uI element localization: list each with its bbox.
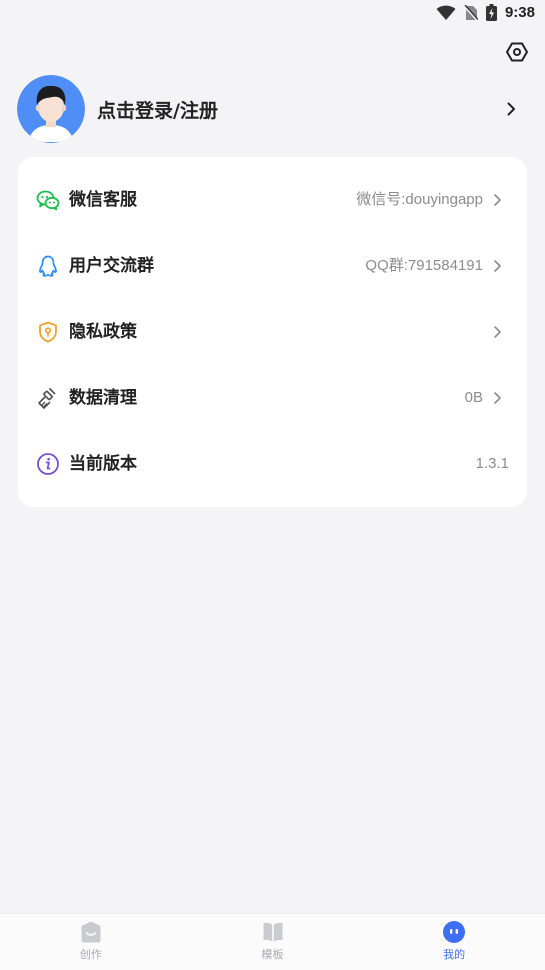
bottom-nav: 创作 模板 我的: [0, 913, 545, 970]
shield-icon: [39, 321, 57, 343]
settings-icon[interactable]: [505, 40, 529, 64]
menu-item-value: QQ群:791584191: [365, 257, 483, 274]
tab-create[interactable]: 创作: [0, 914, 182, 970]
menu-item-wechat-support[interactable]: 微信客服 微信号:douyingapp: [18, 167, 527, 233]
menu-item-clear-data[interactable]: 数据清理 0B: [18, 365, 527, 431]
menu-item-label: 隐私政策: [69, 322, 137, 342]
status-icons: 9:38: [436, 4, 535, 21]
info-icon: [37, 453, 59, 475]
avatar[interactable]: [17, 75, 85, 143]
wechat-icon: [36, 190, 60, 211]
profile-header[interactable]: 点击登录/注册: [17, 75, 528, 143]
chevron-right-icon: [494, 260, 501, 272]
battery-charging-icon: [485, 4, 497, 21]
status-bar: 9:38: [0, 0, 545, 28]
menu-item-label: 微信客服: [69, 190, 137, 210]
menu-item-current-version: 当前版本 1.3.1: [18, 431, 527, 497]
menu-item-value: 0B: [464, 389, 483, 406]
no-sim-icon: [463, 4, 478, 21]
tab-label: 创作: [79, 948, 102, 961]
create-icon: [81, 921, 101, 943]
tab-label: 我的: [443, 948, 466, 961]
menu-item-user-group[interactable]: 用户交流群 QQ群:791584191: [18, 233, 527, 299]
login-label[interactable]: 点击登录/注册: [97, 96, 218, 123]
qq-icon: [39, 255, 57, 277]
avatar-image: [17, 75, 85, 143]
settings-card: 微信客服 微信号:douyingapp 用户交流群 QQ群:791584191: [18, 157, 527, 507]
tab-mine[interactable]: 我的: [363, 914, 545, 970]
broom-icon: [38, 388, 56, 409]
menu-item-value: 微信号:douyingapp: [356, 191, 483, 208]
chevron-right-icon: [494, 326, 501, 338]
menu-item-label: 数据清理: [69, 388, 137, 408]
profile-icon: [443, 921, 466, 943]
menu-item-privacy-policy[interactable]: 隐私政策: [18, 299, 527, 365]
status-time: 9:38: [504, 4, 535, 21]
menu-item-label: 用户交流群: [69, 256, 154, 276]
profile-page: 9:38 点击登录/注册 微信客服 微信号:douyingapp 用户交流群 Q…: [0, 0, 545, 970]
chevron-right-icon[interactable]: [502, 100, 520, 118]
tab-label: 模板: [261, 948, 284, 961]
chevron-right-icon: [494, 392, 501, 404]
chevron-right-icon: [494, 194, 501, 206]
template-icon: [263, 922, 282, 942]
version-value: 1.3.1: [475, 455, 509, 472]
wifi-icon: [436, 5, 456, 20]
menu-item-label: 当前版本: [69, 454, 137, 474]
tab-templates[interactable]: 模板: [182, 914, 364, 970]
